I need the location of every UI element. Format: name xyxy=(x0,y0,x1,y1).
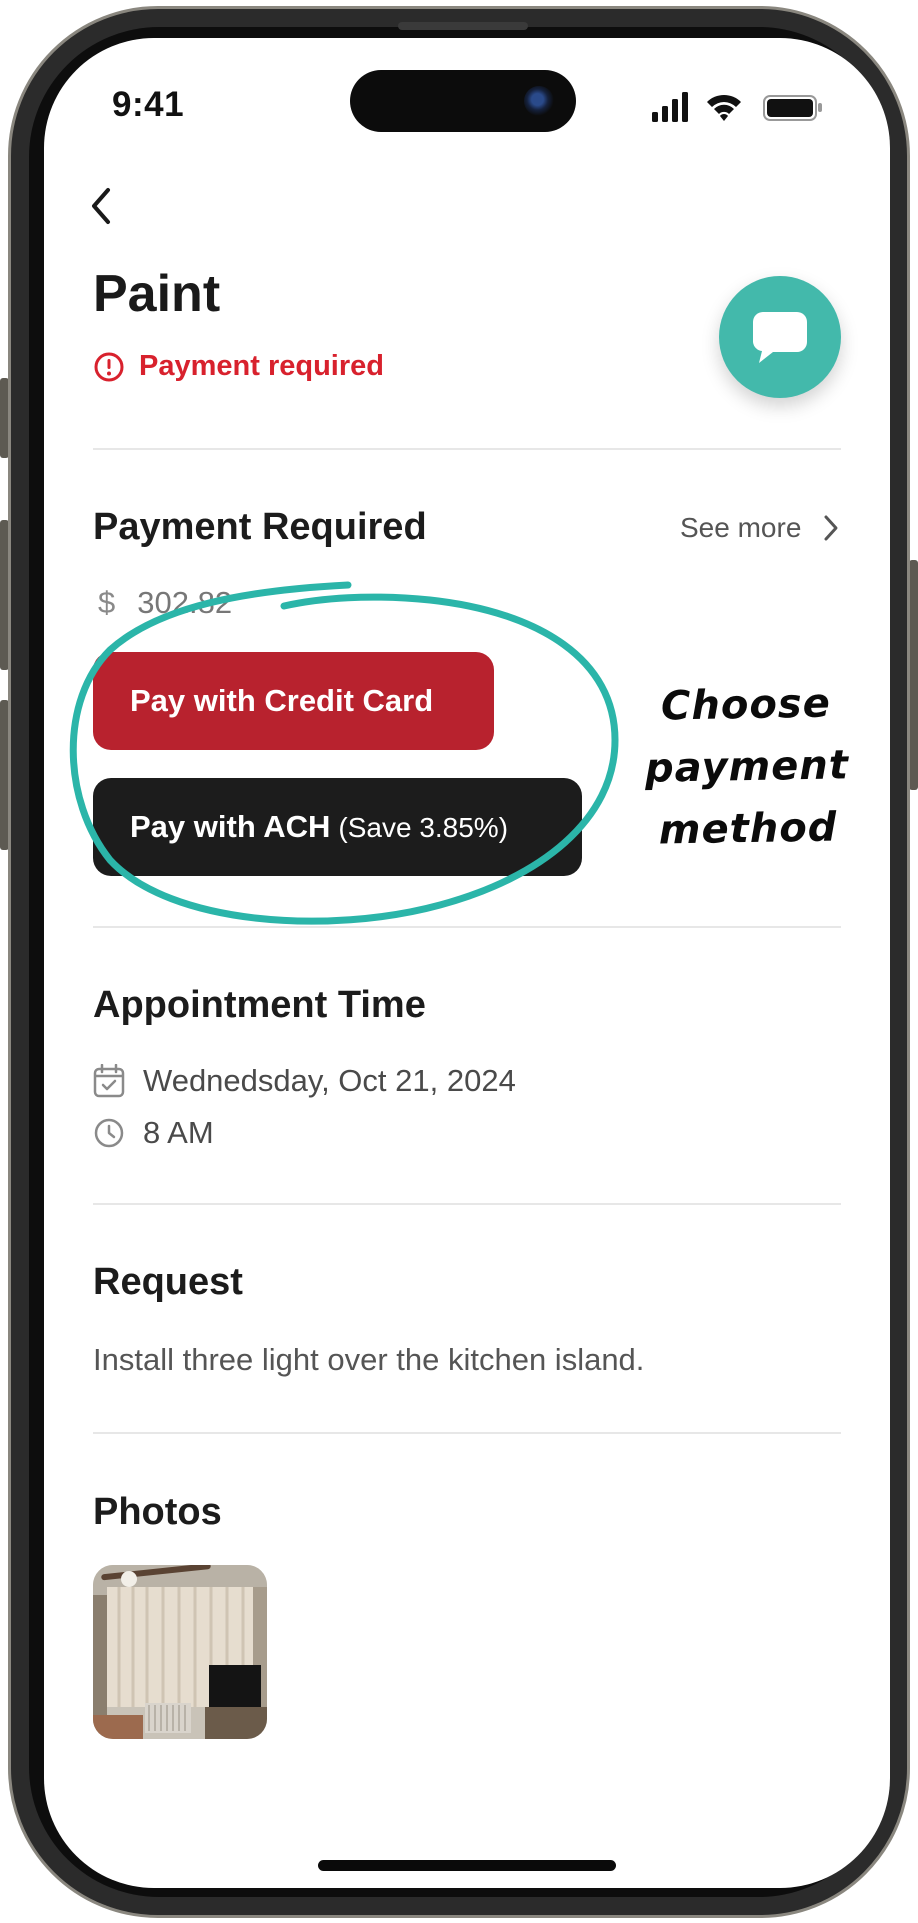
appointment-date: Wednedsday, Oct 21, 2024 xyxy=(93,1063,516,1099)
pay-with-credit-card-button[interactable]: Pay with Credit Card xyxy=(93,652,494,750)
appointment-time-text: 8 AM xyxy=(143,1115,214,1150)
choose-payment-method-note: Choose payment method xyxy=(630,672,863,862)
power-button xyxy=(909,560,918,790)
request-section-title: Request xyxy=(93,1261,243,1303)
room-photo-thumbnail[interactable] xyxy=(93,1565,267,1739)
annotation-line: method xyxy=(658,804,838,854)
pay-with-ach-button[interactable]: Pay with ACH (Save 3.85%) xyxy=(93,778,582,876)
annotation-line: Choose xyxy=(660,680,832,730)
front-camera-icon xyxy=(524,86,554,116)
request-description: Install three light over the kitchen isl… xyxy=(93,1342,645,1377)
status-icons xyxy=(652,92,822,122)
back-chevron-icon[interactable] xyxy=(82,182,122,232)
payment-required-alert: Payment required xyxy=(93,350,384,383)
speaker-grille xyxy=(398,22,528,30)
status-time: 9:41 xyxy=(112,85,185,124)
cellular-signal-icon xyxy=(652,92,688,122)
payment-amount: $ 302.82 xyxy=(98,585,232,621)
annotation-line: payment xyxy=(644,742,850,792)
dynamic-island xyxy=(350,70,576,132)
room-photo-image xyxy=(93,1565,267,1739)
appointment-time: 8 AM xyxy=(93,1115,214,1151)
photos-section-title: Photos xyxy=(93,1491,222,1533)
divider xyxy=(93,1432,841,1434)
chevron-right-icon xyxy=(824,515,838,541)
chat-bubble-icon xyxy=(753,312,807,363)
exclamation-circle-icon xyxy=(94,352,124,381)
see-more-link[interactable]: See more xyxy=(680,512,839,544)
appointment-date-text: Wednedsday, Oct 21, 2024 xyxy=(143,1063,516,1098)
payment-section-title: Payment Required xyxy=(93,506,427,548)
calendar-check-icon xyxy=(93,1064,125,1098)
wifi-icon xyxy=(707,94,741,121)
alert-label: Payment required xyxy=(139,350,384,382)
clock-icon xyxy=(94,1118,124,1148)
battery-icon xyxy=(763,95,822,121)
amount-value: 302.82 xyxy=(137,585,233,620)
page-title: Paint xyxy=(93,265,221,323)
appointment-section-title: Appointment Time xyxy=(93,984,426,1026)
currency-symbol: $ xyxy=(98,585,116,620)
ach-button-label: Pay with ACH xyxy=(130,809,331,844)
divider xyxy=(93,1203,841,1205)
divider xyxy=(93,926,841,928)
home-indicator xyxy=(318,1860,616,1871)
credit-card-button-label: Pay with Credit Card xyxy=(130,683,434,718)
ach-savings-note: (Save 3.85%) xyxy=(338,812,509,843)
see-more-label: See more xyxy=(680,512,802,543)
divider xyxy=(93,448,841,450)
chat-button[interactable] xyxy=(719,276,841,398)
